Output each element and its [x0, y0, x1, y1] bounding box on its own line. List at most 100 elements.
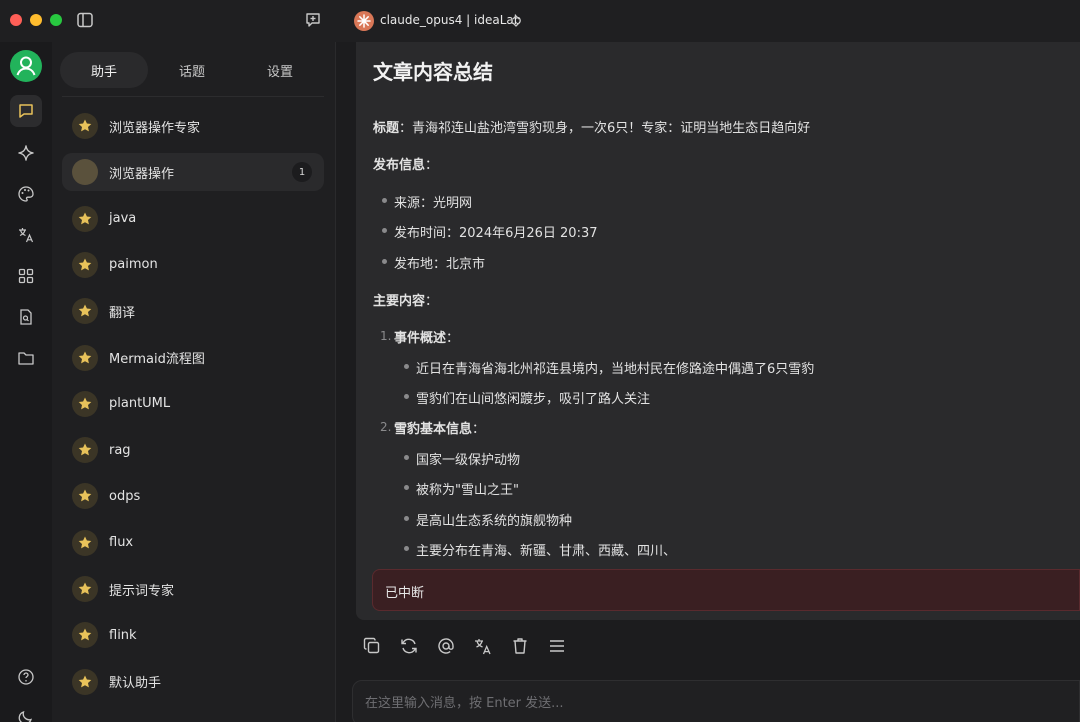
star-icon — [72, 251, 98, 278]
bullet — [404, 364, 409, 369]
colon: ： — [446, 331, 460, 346]
minimize-window-button[interactable] — [30, 14, 42, 26]
section-item: 近日在青海省海北州祁连县境内，当地村民在修路途中偶遇了6只雪豹 — [416, 362, 815, 377]
agents-nav-button[interactable] — [10, 137, 42, 169]
user-avatar[interactable] — [10, 50, 42, 82]
translate-icon[interactable] — [473, 636, 493, 656]
assistant-label: odps — [109, 488, 141, 504]
apps-grid-icon — [18, 268, 34, 284]
tabs-divider — [62, 96, 324, 97]
message-input-box — [352, 680, 1080, 722]
mention-icon[interactable] — [436, 636, 456, 656]
maximize-window-button[interactable] — [50, 14, 62, 26]
star-icon — [72, 437, 98, 464]
theme-toggle-button[interactable] — [10, 701, 42, 722]
new-topic-icon[interactable] — [304, 11, 322, 29]
star-icon — [72, 113, 98, 139]
chevron-up-down-icon[interactable] — [510, 13, 522, 29]
files-nav-button[interactable] — [10, 301, 42, 333]
copy-icon[interactable] — [362, 636, 382, 656]
bullet — [404, 485, 409, 490]
star-icon — [72, 622, 98, 649]
assistant-label: 浏览器操作 — [109, 166, 175, 182]
bullet — [382, 228, 387, 233]
sparkle-icon — [18, 145, 34, 161]
model-selector-label[interactable]: claude_opus4 | ideaLab — [380, 13, 521, 27]
trash-icon[interactable] — [510, 636, 530, 656]
assistant-avatar — [72, 159, 98, 186]
assistant-label: 翻译 — [109, 305, 136, 321]
folder-icon — [18, 352, 34, 365]
assistant-label: flux — [109, 535, 134, 551]
colon: ： — [472, 422, 486, 437]
bullet — [404, 455, 409, 460]
tab-assistants[interactable]: 助手 — [60, 52, 148, 88]
assistant-item[interactable]: rag — [62, 431, 324, 469]
message-input[interactable] — [365, 693, 965, 713]
publish-heading: 发布信息 — [373, 158, 426, 173]
assistant-item[interactable]: Mermaid流程图 — [62, 339, 324, 377]
tab-topics[interactable]: 话题 — [148, 52, 236, 88]
section-title: 事件概述 — [394, 331, 447, 346]
more-menu-icon[interactable] — [547, 636, 567, 656]
star-icon — [72, 668, 98, 695]
title-line: 标题：青海祁连山盐池湾雪豹现身，一次6只！专家：证明当地生态日趋向好 — [373, 117, 810, 136]
assistant-label: Mermaid流程图 — [109, 352, 205, 367]
icon-rail — [0, 42, 52, 722]
translate-nav-button[interactable] — [10, 219, 42, 251]
toggle-sidebar-icon[interactable] — [76, 11, 94, 29]
bullet — [404, 546, 409, 551]
star-icon — [72, 483, 98, 510]
star-icon — [72, 344, 98, 371]
sidebar-tabs: 助手 话题 设置 — [60, 52, 324, 88]
section-title-line: 事件概述： — [394, 327, 459, 346]
model-logo-icon[interactable] — [354, 11, 374, 31]
publish-item: 发布地：北京市 — [394, 257, 486, 272]
star-icon — [72, 205, 98, 232]
chat-main: 文章内容总结 标题：青海祁连山盐池湾雪豹现身，一次6只！专家：证明当地生态日趋向… — [336, 42, 1080, 722]
publish-item: 发布时间：2024年6月26日 20:37 — [394, 226, 598, 241]
assistant-label: java — [109, 211, 137, 227]
user-icon — [16, 56, 36, 76]
apps-nav-button[interactable] — [10, 260, 42, 292]
chat-nav-button[interactable] — [10, 95, 42, 127]
bullet — [382, 259, 387, 264]
chat-bubble-icon — [19, 104, 33, 118]
tab-settings[interactable]: 设置 — [236, 52, 324, 88]
help-button[interactable] — [10, 661, 42, 693]
assistant-item[interactable]: plantUML — [62, 385, 324, 423]
interrupted-label: 已中断 — [385, 586, 425, 601]
section-item: 国家一级保护动物 — [416, 453, 521, 468]
assistant-item[interactable]: 默认助手 — [62, 663, 324, 701]
close-window-button[interactable] — [10, 14, 22, 26]
section-item: 被称为"雪山之王" — [416, 483, 519, 498]
assistant-label: rag — [109, 442, 131, 458]
publish-heading-line: 发布信息： — [373, 154, 438, 173]
assistant-item[interactable]: 翻译 — [62, 292, 324, 330]
star-icon — [72, 529, 98, 556]
assistant-item[interactable]: odps — [62, 477, 324, 515]
translate-icon — [19, 228, 34, 243]
bullet — [404, 516, 409, 521]
colon: ： — [425, 158, 439, 173]
message-heading: 文章内容总结 — [373, 60, 493, 84]
folder-nav-button[interactable] — [10, 342, 42, 374]
section-item: 主要分布在青海、新疆、甘肃、西藏、四川、 — [416, 544, 677, 559]
assistant-item[interactable]: 浏览器操作 1 — [62, 153, 324, 192]
document-search-icon — [20, 309, 32, 325]
assistant-item[interactable]: flux — [62, 524, 324, 562]
paint-nav-button[interactable] — [10, 178, 42, 210]
assistant-label: 默认助手 — [109, 676, 162, 692]
assistant-item[interactable]: paimon — [62, 246, 324, 284]
section-title-line: 雪豹基本信息： — [394, 418, 485, 437]
bullet — [404, 394, 409, 399]
interrupted-notice: 已中断 — [372, 569, 1080, 611]
assistant-item[interactable]: flink — [62, 616, 324, 654]
regenerate-icon[interactable] — [399, 636, 419, 656]
assistant-item[interactable]: 提示词专家 — [62, 570, 324, 608]
assistant-item[interactable]: java — [62, 200, 324, 238]
section-number: 2. — [380, 420, 392, 434]
assistant-label: flink — [109, 627, 137, 643]
topic-count-badge: 1 — [292, 162, 312, 183]
assistant-item[interactable]: 浏览器操作专家 — [62, 107, 324, 145]
